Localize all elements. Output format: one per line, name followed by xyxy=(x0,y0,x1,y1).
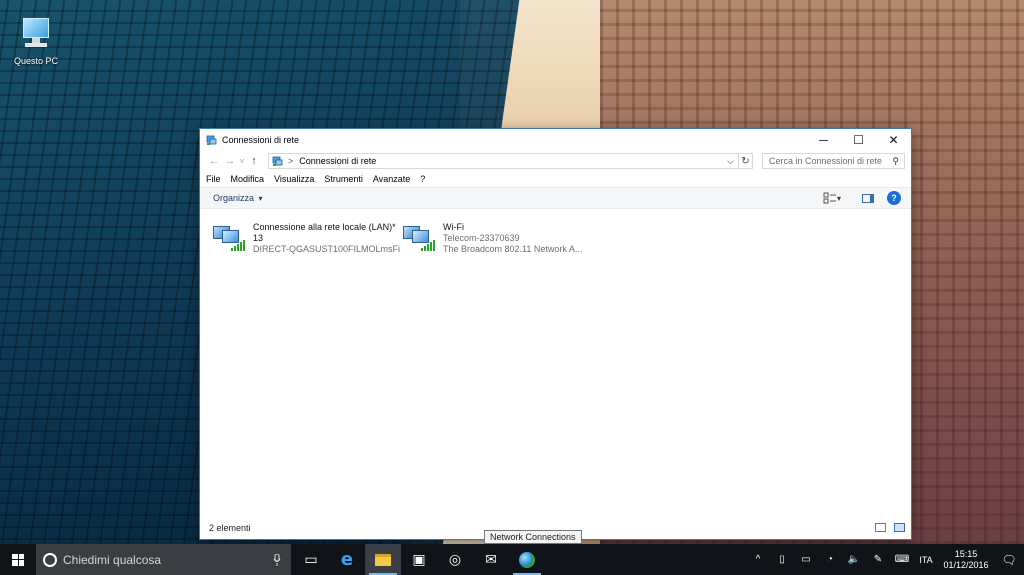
edge-button[interactable]: e xyxy=(329,544,365,575)
cortana-placeholder: Chiedimi qualcosa xyxy=(63,552,162,567)
network-connections-taskbar-button[interactable] xyxy=(509,544,545,575)
wifi-icon[interactable]: ◔ xyxy=(818,554,842,565)
pen-icon[interactable]: ✎ xyxy=(866,554,890,565)
forward-button[interactable]: → xyxy=(222,155,238,167)
taskbar-tooltip: Network Connections xyxy=(484,530,582,544)
breadcrumb-separator-icon: > xyxy=(288,156,294,166)
desktop-icon-this-pc[interactable]: Questo PC xyxy=(10,16,62,66)
navigation-bar: ← → ˅ ↑ > Connessioni di rete ⌵ ↻ Cerca … xyxy=(200,151,911,171)
network-connections-icon xyxy=(272,156,283,166)
microphone-icon[interactable] xyxy=(273,553,281,566)
title-bar[interactable]: Connessioni di rete ─ ☐ ✕ xyxy=(200,129,911,151)
computer-icon xyxy=(21,16,51,50)
windows-logo-icon xyxy=(12,553,24,566)
menu-file[interactable]: File xyxy=(206,174,221,184)
store-button[interactable]: ▣ xyxy=(401,544,437,575)
address-dropdown-icon[interactable]: ⌵ xyxy=(727,156,734,167)
task-view-icon: ▭ xyxy=(304,551,318,567)
connections-list: Connessione alla rete locale (LAN)* 13 D… xyxy=(200,216,911,517)
search-icon: ⚲ xyxy=(892,156,899,166)
preview-pane-icon[interactable] xyxy=(861,191,875,205)
minimize-icon: ─ xyxy=(819,133,828,147)
tiles-view-icon[interactable] xyxy=(894,523,905,532)
file-explorer-icon xyxy=(375,553,391,566)
clock-time: 15:15 xyxy=(954,548,978,559)
signal-bars-icon xyxy=(421,240,435,251)
connection-name-suffix: 13 xyxy=(253,233,264,243)
window-title: Connessioni di rete xyxy=(222,135,300,145)
menu-bar: File Modifica Visualizza Strumenti Avanz… xyxy=(200,171,911,187)
organize-button[interactable]: Organizza ▾ xyxy=(213,193,263,203)
refresh-icon: ↻ xyxy=(741,155,750,167)
change-view-icon[interactable] xyxy=(823,191,837,205)
view-options-chevron-icon[interactable]: ▾ xyxy=(837,194,847,203)
breadcrumb-current[interactable]: Connessioni di rete xyxy=(299,156,376,166)
edge-icon: e xyxy=(340,549,354,570)
network-connections-icon xyxy=(206,135,217,145)
connection-name: Connessione alla rete locale (LAN)* xyxy=(253,222,396,232)
menu-help[interactable]: ? xyxy=(420,174,425,184)
address-bar[interactable]: > Connessioni di rete ⌵ xyxy=(268,153,739,169)
chevron-down-icon: ▾ xyxy=(258,194,263,203)
mail-icon: ✉ xyxy=(485,551,497,567)
organize-label: Organizza xyxy=(213,193,255,203)
start-button[interactable] xyxy=(0,544,36,575)
connection-item-wifi[interactable]: Wi-Fi Telecom-23370639 The Broadcom 802.… xyxy=(403,222,582,255)
recent-locations-button[interactable]: ˅ xyxy=(238,157,246,166)
refresh-button[interactable]: ↻ xyxy=(739,153,753,169)
groove-music-button[interactable]: ◎ xyxy=(437,544,473,575)
groove-icon: ◎ xyxy=(448,551,462,567)
close-icon: ✕ xyxy=(888,133,899,147)
store-icon: ▣ xyxy=(412,551,426,567)
minimize-button[interactable]: ─ xyxy=(806,129,841,151)
menu-advanced[interactable]: Avanzate xyxy=(373,174,410,184)
signal-bars-icon xyxy=(231,240,245,251)
search-input[interactable]: Cerca in Connessioni di rete ⚲ xyxy=(762,153,905,169)
menu-edit[interactable]: Modifica xyxy=(231,174,265,184)
mail-button[interactable]: ✉ xyxy=(473,544,509,575)
touch-keyboard-icon[interactable]: ⌨ xyxy=(890,554,914,565)
connection-network: Telecom-23370639 xyxy=(443,233,520,243)
clock[interactable]: 15:15 01/12/2016 xyxy=(938,549,994,571)
usb-device-icon[interactable]: ▯ xyxy=(770,554,794,565)
connection-detail: DIRECT-QGASUST100FILMOLmsFi xyxy=(253,244,401,254)
close-button[interactable]: ✕ xyxy=(876,129,911,151)
desktop-icon-label: Questo PC xyxy=(13,56,59,66)
connection-name: Wi-Fi xyxy=(443,222,464,232)
volume-icon[interactable]: 🔈 xyxy=(842,554,866,565)
network-adapter-icon xyxy=(403,222,435,254)
back-button[interactable]: ← xyxy=(206,155,222,167)
system-tray: ^ ▯ ▭ ◔ 🔈 ✎ ⌨ ITA 15:15 01/12/2016 🗨 xyxy=(746,544,1024,575)
connection-adapter: The Broadcom 802.11 Network A... xyxy=(443,244,583,254)
command-bar: Organizza ▾ ▾ ? xyxy=(200,187,911,209)
network-globe-icon xyxy=(519,551,535,568)
menu-view[interactable]: Visualizza xyxy=(274,174,314,184)
item-count: 2 elementi xyxy=(209,523,251,533)
input-language[interactable]: ITA xyxy=(914,555,938,565)
search-placeholder: Cerca in Connessioni di rete xyxy=(769,156,883,166)
clock-date: 01/12/2016 xyxy=(943,559,989,570)
cortana-icon xyxy=(43,552,57,567)
taskbar: Chiedimi qualcosa ▭ e ▣ ◎ ✉ ^ ▯ ▭ ◔ 🔈 ✎ … xyxy=(0,544,1024,575)
details-view-icon[interactable] xyxy=(875,523,886,532)
action-center-icon[interactable]: 🗨 xyxy=(994,553,1024,567)
file-explorer-button[interactable] xyxy=(365,544,401,575)
maximize-icon: ☐ xyxy=(853,133,864,147)
show-hidden-icons-chevron-icon[interactable]: ^ xyxy=(746,554,770,565)
connection-item-lan[interactable]: Connessione alla rete locale (LAN)* 13 D… xyxy=(213,222,400,255)
battery-icon[interactable]: ▭ xyxy=(794,554,818,565)
help-icon[interactable]: ? xyxy=(887,191,901,205)
task-view-button[interactable]: ▭ xyxy=(293,544,329,575)
menu-tools[interactable]: Strumenti xyxy=(324,174,363,184)
cortana-search-box[interactable]: Chiedimi qualcosa xyxy=(36,544,291,575)
network-adapter-icon xyxy=(213,222,245,254)
up-button[interactable]: ↑ xyxy=(246,155,262,167)
maximize-button[interactable]: ☐ xyxy=(841,129,876,151)
network-connections-window: Connessioni di rete ─ ☐ ✕ ← → ˅ ↑ > Conn… xyxy=(199,128,912,540)
